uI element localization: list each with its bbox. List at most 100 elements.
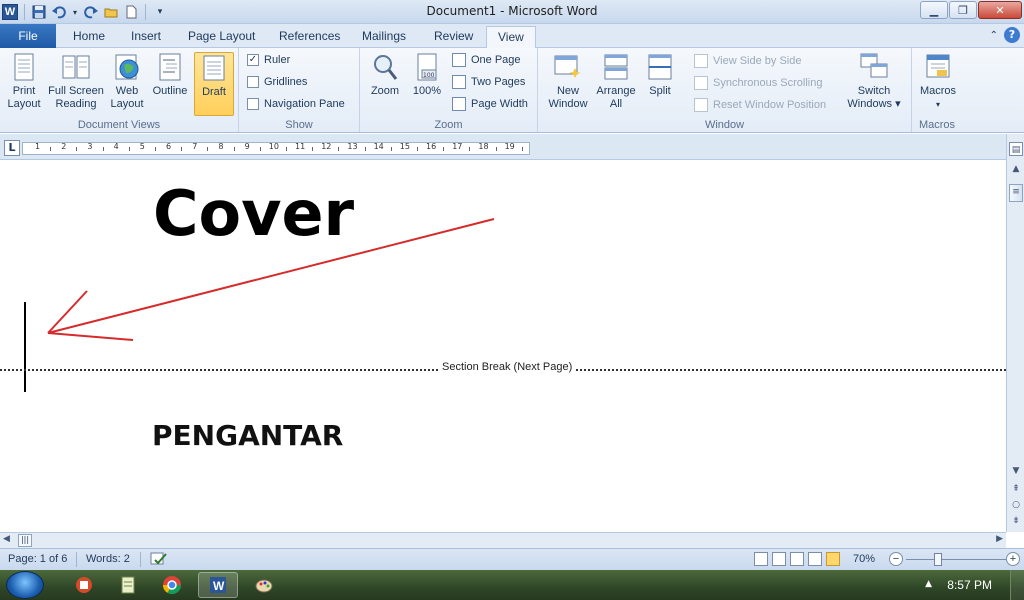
help-icon[interactable]: ? [1004, 27, 1020, 43]
zoom-100-button[interactable]: 100 100% [408, 52, 446, 98]
macros-button[interactable]: Macros ▾ [916, 52, 960, 111]
gridlines-checkbox[interactable]: Gridlines [247, 76, 307, 88]
clock[interactable]: 8:57 PM [947, 578, 992, 592]
ruler-checkbox[interactable]: ✓ Ruler [247, 54, 290, 66]
status-separator [76, 552, 77, 567]
outline-button[interactable]: Outline [148, 52, 192, 98]
minimize-button[interactable]: ▁ [920, 1, 948, 19]
arrange-all-icon [601, 52, 631, 82]
switch-windows-icon [859, 52, 889, 82]
ruler-tick [76, 147, 78, 151]
app-icon-red[interactable] [64, 572, 104, 598]
scroll-left-icon[interactable]: ◀ [3, 534, 10, 544]
previous-page-icon[interactable]: ⇞ [1009, 482, 1023, 496]
ruler-tick [443, 147, 445, 151]
vertical-scrollbar[interactable]: ▤ ▲ ≡ ▼ ⇞ ○ ⇟ [1006, 134, 1024, 532]
red-arrow-annotation [47, 218, 495, 341]
switch-windows-label: Switch Windows ▾ [847, 85, 901, 110]
tab-review[interactable]: Review [423, 26, 484, 48]
arrange-all-button[interactable]: Arrange All [594, 52, 638, 111]
zoom-in-icon[interactable]: + [1006, 552, 1020, 566]
split-button[interactable]: Split [640, 52, 680, 98]
ruler-number: 16 [426, 142, 437, 151]
synchronous-scrolling-button[interactable]: Synchronous Scrolling [694, 76, 822, 90]
tab-home[interactable]: Home [62, 26, 116, 48]
zoom-level[interactable]: 70% [853, 553, 875, 565]
horizontal-scroll-thumb[interactable]: ||| [18, 534, 32, 547]
ribbon-tabs: File Home Insert Page Layout References … [0, 24, 1024, 49]
new-window-button[interactable]: New Window [544, 52, 592, 111]
zoom-out-icon[interactable]: − [889, 552, 903, 566]
magnifier-icon [370, 52, 400, 82]
zoom-slider-track[interactable] [906, 559, 1006, 560]
tab-selector[interactable]: L [4, 140, 20, 156]
macros-group-label: Macros [918, 119, 956, 131]
one-page-button[interactable]: One Page [452, 53, 521, 67]
vertical-scroll-thumb[interactable]: ≡ [1009, 184, 1023, 202]
switch-windows-button[interactable]: Switch Windows ▾ [844, 52, 904, 111]
tab-insert[interactable]: Insert [120, 26, 172, 48]
zoom-button[interactable]: Zoom [366, 52, 404, 98]
tab-view[interactable]: View [486, 26, 536, 49]
scroll-down-icon[interactable]: ▼ [1009, 464, 1023, 478]
draft-view-icon[interactable] [826, 552, 840, 566]
minimize-ribbon-icon[interactable]: ⌃ [990, 30, 998, 41]
two-pages-button[interactable]: Two Pages [452, 75, 525, 89]
word-taskbar-icon[interactable]: W [198, 572, 238, 598]
pengantar-heading: PENGANTAR [152, 419, 344, 452]
zoom-group-label: Zoom [434, 119, 463, 131]
next-page-icon[interactable]: ⇟ [1009, 514, 1023, 528]
ruler-label: Ruler [264, 54, 291, 66]
restore-button[interactable]: ❐ [949, 1, 977, 19]
ruler-number: 13 [347, 142, 358, 151]
paint-icon[interactable] [244, 572, 284, 598]
ruler-tick [495, 147, 497, 151]
reset-window-position-button[interactable]: Reset Window Position [694, 98, 826, 112]
print-layout-view-icon[interactable] [754, 552, 768, 566]
notepad-icon[interactable] [108, 572, 148, 598]
navigation-pane-checkbox[interactable]: Navigation Pane [247, 98, 345, 110]
tab-mailings[interactable]: Mailings [351, 26, 417, 48]
document-area[interactable]: Cover Section Break (Next Page) PENGANTA… [0, 161, 1006, 532]
scroll-up-icon[interactable]: ▲ [1009, 162, 1023, 176]
select-browse-object-icon[interactable]: ○ [1009, 498, 1023, 512]
macros-icon [923, 52, 953, 82]
ruler-number: 17 [452, 142, 463, 151]
horizontal-scrollbar[interactable]: ◀ ||| ▶ [0, 532, 1006, 548]
title-bar: W ▾ ▾ Document1 - Microsoft Word ▁ ❐ ✕ [0, 0, 1024, 24]
show-hidden-icons[interactable]: ▲ [925, 579, 932, 589]
page-count[interactable]: Page: 1 of 6 [8, 553, 67, 565]
zoom-slider-thumb[interactable] [934, 553, 942, 566]
svg-text:100: 100 [423, 72, 435, 79]
ribbon: Print Layout Full Screen Reading Web Lay… [0, 48, 1024, 133]
web-layout-view-icon[interactable] [790, 552, 804, 566]
show-desktop-button[interactable] [1010, 570, 1024, 600]
tab-file[interactable]: File [0, 24, 56, 48]
full-screen-reading-button[interactable]: Full Screen Reading [46, 52, 106, 111]
proofing-icon[interactable] [150, 551, 168, 570]
chrome-icon[interactable] [152, 572, 192, 598]
full-screen-reading-view-icon[interactable] [772, 552, 786, 566]
macros-dropdown-icon: ▾ [935, 100, 940, 109]
start-button-icon[interactable] [6, 571, 44, 599]
two-pages-label: Two Pages [471, 76, 526, 88]
synchronous-scrolling-icon [694, 76, 708, 90]
ruler-number: 15 [399, 142, 410, 151]
view-side-by-side-button[interactable]: View Side by Side [694, 54, 801, 68]
print-layout-button[interactable]: Print Layout [4, 52, 44, 111]
windows-taskbar: W ▲ 8:57 PM [0, 570, 1024, 600]
horizontal-ruler[interactable]: 1 2 3 4 5 6 7 8 9 10 11 12 13 14 15 16 17 18 19 [22, 142, 530, 155]
scroll-right-icon[interactable]: ▶ [996, 534, 1003, 544]
ruler-check-icon: ✓ [247, 54, 259, 66]
outline-view-icon[interactable] [808, 552, 822, 566]
tab-references[interactable]: References [268, 26, 351, 48]
view-ruler-icon[interactable]: ▤ [1009, 142, 1023, 156]
tab-page-layout[interactable]: Page Layout [177, 26, 266, 48]
group-macros: Macros ▾ Macros [912, 48, 962, 132]
draft-button[interactable]: Draft [194, 52, 234, 116]
section-break-label: Section Break (Next Page) [440, 361, 575, 373]
close-button[interactable]: ✕ [978, 1, 1022, 19]
web-layout-button[interactable]: Web Layout [108, 52, 146, 111]
page-width-button[interactable]: Page Width [452, 97, 528, 111]
word-count[interactable]: Words: 2 [86, 553, 130, 565]
